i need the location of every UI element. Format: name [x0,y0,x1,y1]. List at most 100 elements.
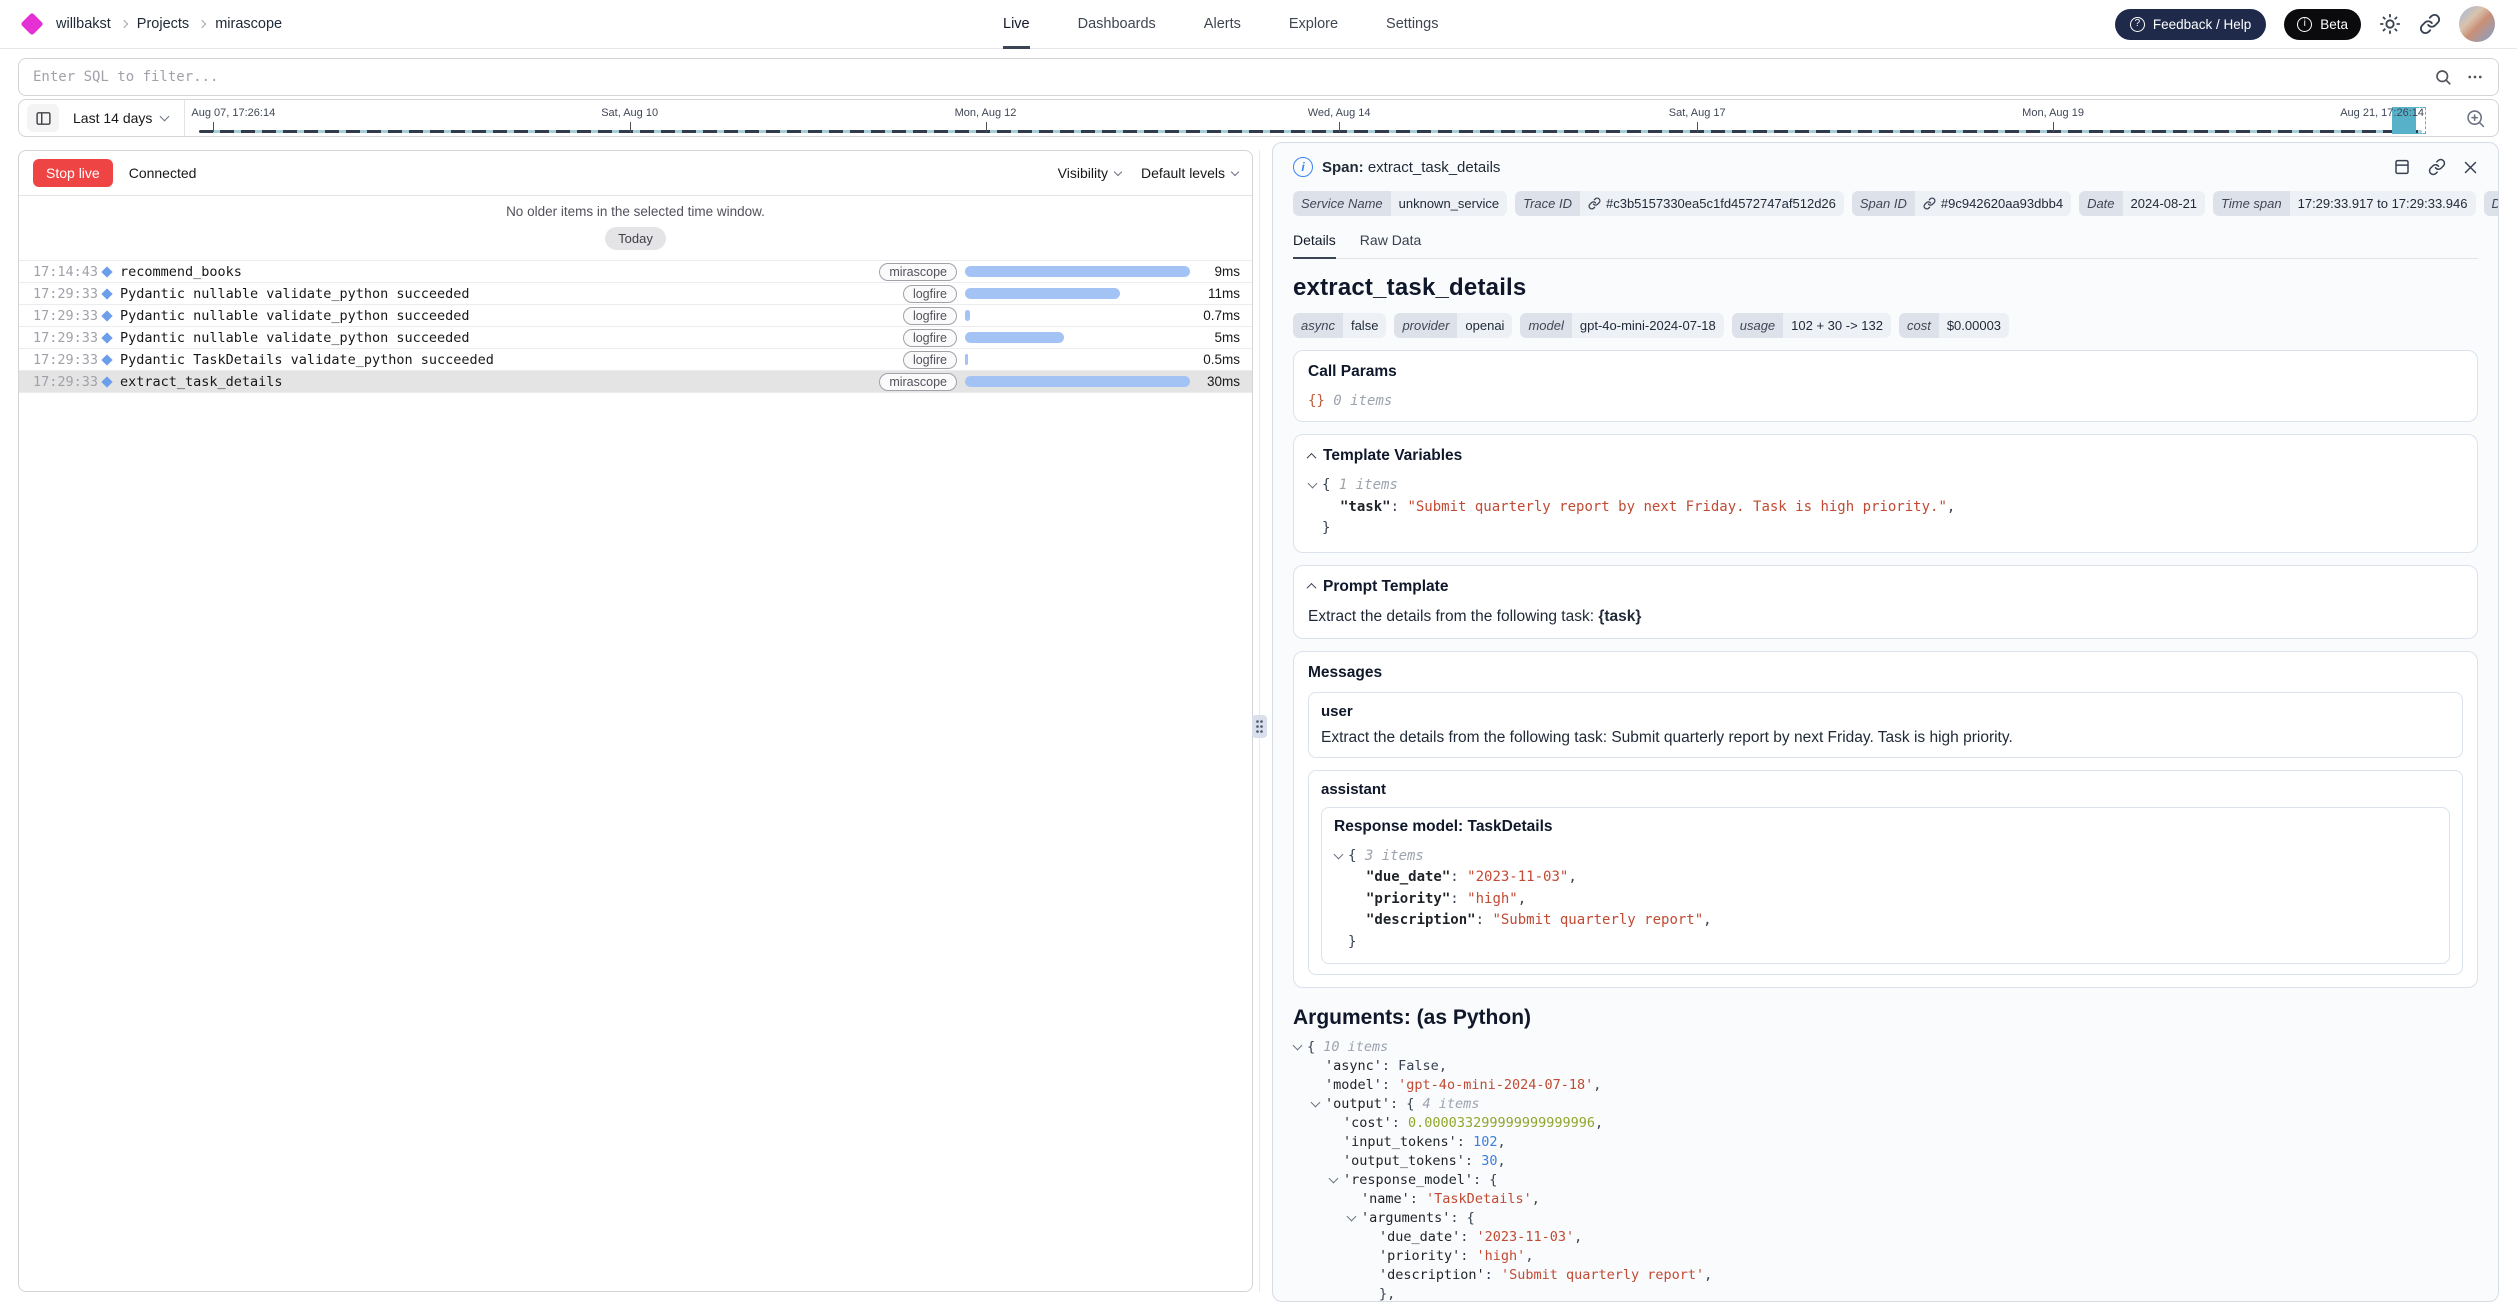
prompt-template-card: Prompt Template Extract the details from… [1293,565,2478,639]
user-message-text: Extract the details from the following t… [1321,729,2450,747]
log-timestamp: 17:14:43 [33,264,97,280]
duration-label: 5ms [1200,330,1240,345]
log-name: extract_task_details [120,374,283,390]
more-options-icon[interactable] [2466,68,2484,86]
pill-service-name: Service Nameunknown_service [1293,191,1507,216]
info-icon: i [2297,17,2312,32]
duration-label: 0.5ms [1200,352,1240,367]
code-line: 'async': False, [1293,1057,2478,1076]
nav-right: ? Feedback / Help i Beta [2115,6,2495,42]
expand-chevron-icon[interactable] [1335,846,1348,868]
breadcrumb-projects[interactable]: Projects [137,16,189,32]
log-row[interactable]: 17:14:43recommend_booksmirascope9ms [19,261,1252,283]
span-attribute-pills: asyncfalseprovideropenaimodelgpt-4o-mini… [1293,313,2478,338]
avatar[interactable] [2459,6,2495,42]
log-row[interactable]: 17:29:33Pydantic nullable validate_pytho… [19,305,1252,327]
breadcrumb-project[interactable]: mirascope [215,16,282,32]
expand-chevron-icon[interactable] [1312,1095,1325,1114]
span-tab-details[interactable]: Details [1293,232,1336,259]
connection-status: Connected [129,165,197,181]
timeline[interactable]: Aug 07, 17:26:14Sat, Aug 10Mon, Aug 12We… [185,100,2452,136]
span-diamond-icon [101,288,112,299]
timeline-tick [986,122,987,132]
pill-label: Time span [2213,191,2290,216]
default-levels-label: Default levels [1141,165,1225,181]
expand-chevron-icon[interactable] [1294,1038,1307,1057]
call-params-card: Call Params {} 0 items [1293,350,2478,422]
code-line: 'response_model': { [1293,1171,2478,1190]
pill-label: async [1293,313,1343,338]
messages-label: Messages [1308,664,1382,682]
duration-bar-track [965,376,1190,387]
visibility-dropdown[interactable]: Visibility [1058,165,1121,181]
tab-alerts[interactable]: Alerts [1204,0,1241,49]
pill-label: model [1520,313,1571,338]
log-row[interactable]: 17:29:33Pydantic TaskDetails validate_py… [19,349,1252,371]
pill-label: usage [1732,313,1783,338]
tab-settings[interactable]: Settings [1386,0,1438,49]
log-timestamp: 17:29:33 [33,330,97,346]
log-name: Pydantic nullable validate_python succee… [120,330,470,346]
sql-filter-input[interactable] [33,69,2420,85]
copy-link-icon[interactable] [2419,13,2441,35]
pill-value: #9c942620aa93dbb4 [1915,191,2071,216]
span-tab-raw-data[interactable]: Raw Data [1360,232,1421,259]
timeline-label: Sat, Aug 10 [601,107,658,119]
feedback-help-button[interactable]: ? Feedback / Help [2115,9,2266,40]
time-range-dropdown[interactable]: Last 14 days [73,110,168,126]
duration-bar-track [965,288,1190,299]
timeline-tick [630,122,631,132]
code-line: } [1334,932,2437,954]
code-line: 'output': { 4 items [1293,1095,2478,1114]
close-icon[interactable] [2463,160,2478,175]
user-role-label: user [1321,703,2450,720]
pill-label: provider [1394,313,1457,338]
pill-value: openai [1457,313,1512,338]
sql-filter-bar [18,58,2499,96]
log-row[interactable]: 17:29:33Pydantic nullable validate_pytho… [19,283,1252,305]
code-line: 'name': 'TaskDetails', [1293,1190,2478,1209]
theme-toggle-icon[interactable] [2379,13,2401,35]
beta-badge[interactable]: i Beta [2284,9,2361,40]
link-icon[interactable] [1588,197,1601,210]
chevron-up-icon [1307,583,1317,593]
search-icon[interactable] [2434,68,2452,86]
breadcrumb-org[interactable]: willbakst [56,16,111,32]
template-variables-json: { 1 items"task": "Submit quarterly repor… [1308,475,2463,540]
pill-value: 102 + 30 -> 132 [1783,313,1891,338]
expand-chevron-icon[interactable] [1330,1171,1343,1190]
tab-live[interactable]: Live [1003,0,1030,49]
template-variables-title[interactable]: Template Variables [1308,447,2463,465]
response-model-card: Response model: TaskDetails { 3 items"du… [1321,807,2450,965]
timeline-toolbar: Last 14 days Aug 07, 17:26:14Sat, Aug 10… [18,99,2499,137]
log-timestamp: 17:29:33 [33,374,97,390]
code-line: "description": "Submit quarterly report"… [1334,910,2437,932]
span-title-name: extract_task_details [1368,159,1501,176]
pill-time-span: Time span17:29:33.917 to 17:29:33.946 [2213,191,2475,216]
tab-dashboards[interactable]: Dashboards [1078,0,1156,49]
panel-resize-handle[interactable] [1252,715,1267,738]
log-row[interactable]: 17:29:33 Pydantic nullable validate_pytho… [19,327,1252,349]
logfire-logo-icon[interactable] [20,12,43,35]
empty-note: 0 items [1333,393,1392,409]
timeline-label: Wed, Aug 14 [1308,107,1371,119]
expand-chevron-icon[interactable] [1309,475,1322,497]
log-row[interactable]: 17:29:33extract_task_detailsmirascope30m… [19,371,1252,393]
pill-label: Service Name [1293,191,1391,216]
zoom-in-icon[interactable] [2452,108,2498,129]
side-panel-icon[interactable] [2393,158,2411,176]
chevron-down-icon [1114,167,1122,175]
span-diamond-icon [101,332,112,343]
code-line: 'arguments': { [1293,1209,2478,1228]
default-levels-dropdown[interactable]: Default levels [1141,165,1238,181]
copy-link-icon[interactable] [2428,158,2446,176]
sidebar-toggle-icon[interactable] [27,104,59,132]
tab-explore[interactable]: Explore [1289,0,1338,49]
prompt-template-title[interactable]: Prompt Template [1308,578,2463,596]
expand-chevron-icon[interactable] [1348,1209,1361,1228]
log-timestamp: 17:29:33 [33,352,97,368]
stop-live-button[interactable]: Stop live [33,159,113,187]
code-line: 'priority': 'high', [1293,1247,2478,1266]
feedback-help-label: Feedback / Help [2153,17,2251,32]
link-icon[interactable] [1923,197,1936,210]
